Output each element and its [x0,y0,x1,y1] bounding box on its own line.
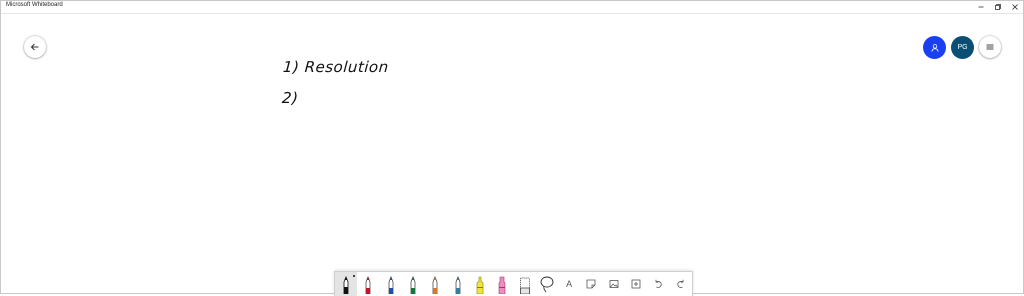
inking-toolbar: A [334,271,693,296]
lasso-icon [540,276,554,293]
tool-note[interactable] [580,272,602,296]
arrow-left-icon [30,43,39,51]
title-bar: Microsoft Whiteboard [1,1,1023,14]
close-button[interactable] [1006,1,1023,13]
whiteboard-canvas[interactable]: 1) Resolution 2) [1,1,1024,295]
ink-line-1: 1) Resolution [282,58,390,76]
tool-pen-green[interactable] [402,272,424,296]
pen-icon [388,276,394,294]
person-icon [930,43,939,52]
pen-icon [410,276,416,294]
menu-button[interactable] [979,36,1001,58]
image-icon [609,280,619,288]
pen-icon [366,276,371,294]
add-icon [631,279,641,289]
invite-button[interactable] [923,36,946,59]
window-controls [972,1,1023,13]
restore-icon [994,4,1001,10]
tool-highlighter-yellow[interactable] [469,272,491,296]
tool-text[interactable]: A [558,272,580,296]
tool-pen-black[interactable] [335,272,358,296]
minimize-icon [978,6,983,8]
hamburger-icon [986,44,994,50]
note-icon [587,279,596,289]
text-tool-icon: A [566,279,573,289]
pen-icon [343,275,349,294]
tool-add[interactable] [625,272,647,296]
tool-pen-blue[interactable] [380,272,402,296]
minimize-button[interactable] [972,1,989,13]
pen-icon [455,276,460,294]
tool-lasso[interactable] [536,272,558,296]
user-avatar[interactable]: PG [951,36,974,59]
tool-undo[interactable] [647,272,669,296]
tool-redo[interactable] [669,272,691,296]
redo-icon [677,279,683,288]
tool-pen-teal[interactable] [446,272,468,296]
restore-button[interactable] [989,1,1006,13]
highlighter-icon [498,276,506,294]
close-icon [1011,4,1018,10]
pen-icon [432,276,438,294]
tool-eraser[interactable] [513,272,535,296]
back-button[interactable] [24,36,46,58]
tool-highlighter-pink[interactable] [491,272,513,296]
app-title: Microsoft Whiteboard [6,2,63,8]
selected-indicator [353,275,356,277]
eraser-icon [519,277,530,294]
ink-line-2: 2) [281,89,300,107]
undo-icon [655,279,662,288]
tool-image[interactable] [603,272,625,296]
highlighter-icon [476,276,484,294]
tool-pen-red[interactable] [357,272,379,296]
tool-pen-orange[interactable] [424,272,446,296]
